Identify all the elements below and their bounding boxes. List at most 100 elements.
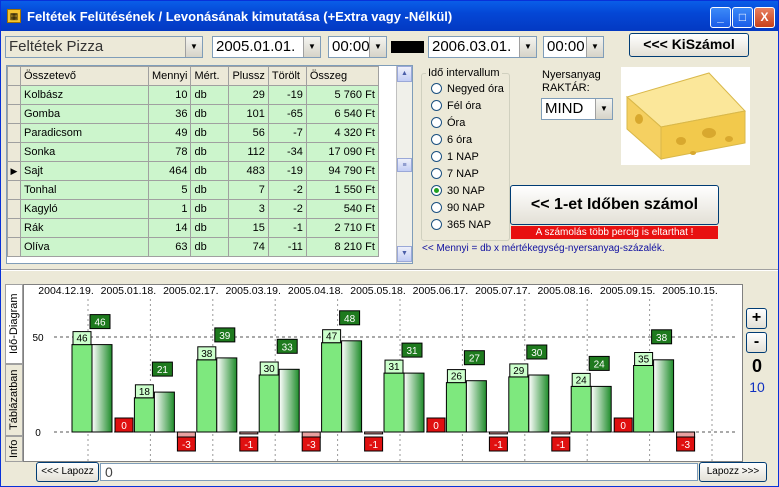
scroll-down-icon[interactable]: ▼: [397, 246, 412, 262]
calculate-button[interactable]: <<< KiSzámol: [629, 33, 749, 57]
interval-option[interactable]: 90 NAP: [431, 202, 485, 216]
cell-ingredient[interactable]: Olíva: [20, 237, 149, 257]
cell-sum[interactable]: 4 320 Ft: [305, 123, 379, 143]
chevron-down-icon[interactable]: ▼: [586, 37, 603, 57]
cell-sum[interactable]: 1 550 Ft: [305, 180, 379, 200]
cell-unit[interactable]: db: [190, 199, 230, 219]
table-row[interactable]: Kolbász 10 db 29 -19 5 760 Ft: [7, 85, 379, 105]
cell-ingredient[interactable]: Paradicsom: [20, 123, 149, 143]
grid-scrollbar[interactable]: ▲ ≡ ▼: [396, 66, 412, 263]
cell-amount[interactable]: 63: [147, 237, 192, 257]
cell-ingredient[interactable]: Kagyló: [20, 199, 149, 219]
cell-sum[interactable]: 94 790 Ft: [305, 161, 379, 181]
cell-sum[interactable]: 2 710 Ft: [305, 218, 379, 238]
chevron-down-icon[interactable]: ▼: [185, 37, 202, 57]
scroll-up-icon[interactable]: ▲: [397, 66, 412, 82]
interval-option[interactable]: 30 NAP: [431, 185, 485, 199]
radio-icon[interactable]: [431, 83, 442, 94]
tab-info[interactable]: Info: [5, 436, 23, 462]
row-indicator[interactable]: [7, 180, 21, 200]
table-row[interactable]: Tonhal 5 db 7 -2 1 550 Ft: [7, 180, 379, 200]
cell-deleted[interactable]: -11: [267, 237, 307, 257]
table-row[interactable]: Sonka 78 db 112 -34 17 090 Ft: [7, 142, 379, 162]
date-from-picker[interactable]: 2005.01.01. ▼: [212, 36, 321, 58]
cell-sum[interactable]: 6 540 Ft: [305, 104, 379, 124]
cell-plus[interactable]: 483: [228, 161, 269, 181]
col-header-plus[interactable]: Plussz: [228, 66, 269, 86]
cell-sum[interactable]: 5 760 Ft: [305, 85, 379, 105]
interval-option[interactable]: 6 óra: [431, 134, 472, 148]
interval-option[interactable]: Negyed óra: [431, 83, 504, 97]
cell-ingredient[interactable]: Tonhal: [20, 180, 149, 200]
cell-plus[interactable]: 3: [228, 199, 269, 219]
cell-deleted[interactable]: -1: [267, 218, 307, 238]
interval-option[interactable]: 7 NAP: [431, 168, 479, 182]
cell-deleted[interactable]: -2: [267, 180, 307, 200]
product-select[interactable]: Feltétek Pizza ▼: [5, 36, 203, 58]
cell-plus[interactable]: 15: [228, 218, 269, 238]
cell-unit[interactable]: db: [190, 161, 230, 181]
cell-unit[interactable]: db: [190, 142, 230, 162]
cell-plus[interactable]: 101: [228, 104, 269, 124]
time-to-picker[interactable]: 00:00 ▼: [543, 36, 604, 58]
col-header-deleted[interactable]: Törölt: [267, 66, 307, 86]
radio-icon[interactable]: [431, 151, 442, 162]
cell-deleted[interactable]: -2: [267, 199, 307, 219]
cell-unit[interactable]: db: [190, 237, 230, 257]
col-header-ingredient[interactable]: Összetevő: [20, 66, 149, 86]
radio-icon[interactable]: [431, 117, 442, 128]
chevron-down-icon[interactable]: ▼: [595, 99, 612, 119]
table-row[interactable]: Olíva 63 db 74 -11 8 210 Ft: [7, 237, 379, 257]
cell-deleted[interactable]: -34: [267, 142, 307, 162]
scroll-left-button[interactable]: <<< Lapozz: [36, 462, 99, 482]
chevron-down-icon[interactable]: ▼: [519, 37, 536, 57]
cell-unit[interactable]: db: [190, 104, 230, 124]
cell-amount[interactable]: 464: [147, 161, 192, 181]
cell-unit[interactable]: db: [190, 123, 230, 143]
radio-icon[interactable]: [431, 185, 442, 196]
page-scroller[interactable]: 0: [100, 463, 698, 481]
table-row[interactable]: Kagyló 1 db 3 -2 540 Ft: [7, 199, 379, 219]
table-row[interactable]: Rák 14 db 15 -1 2 710 Ft: [7, 218, 379, 238]
interval-option[interactable]: 1 NAP: [431, 151, 479, 165]
cell-sum[interactable]: 17 090 Ft: [305, 142, 379, 162]
row-indicator[interactable]: [7, 104, 21, 124]
row-indicator[interactable]: [7, 199, 21, 219]
cell-unit[interactable]: db: [190, 85, 230, 105]
cell-unit[interactable]: db: [190, 218, 230, 238]
interval-option[interactable]: 365 NAP: [431, 219, 491, 233]
radio-icon[interactable]: [431, 134, 442, 145]
cell-ingredient[interactable]: Kolbász: [20, 85, 149, 105]
minimize-button[interactable]: _: [710, 7, 731, 28]
row-indicator[interactable]: [7, 218, 21, 238]
col-header-unit[interactable]: Mért.: [190, 66, 230, 86]
row-indicator[interactable]: [7, 85, 21, 105]
interval-option[interactable]: Óra: [431, 117, 465, 131]
radio-icon[interactable]: [431, 202, 442, 213]
maximize-button[interactable]: □: [732, 7, 753, 28]
cell-plus[interactable]: 74: [228, 237, 269, 257]
radio-icon[interactable]: [431, 100, 442, 111]
cell-deleted[interactable]: -19: [267, 161, 307, 181]
table-row[interactable]: Paradicsom 49 db 56 -7 4 320 Ft: [7, 123, 379, 143]
chevron-down-icon[interactable]: ▼: [369, 37, 386, 57]
time-calc-button[interactable]: << 1-et Időben számol: [510, 185, 719, 225]
stock-select[interactable]: MIND ▼: [541, 98, 613, 120]
cell-amount[interactable]: 1: [147, 199, 192, 219]
table-row[interactable]: Gomba 36 db 101 -65 6 540 Ft: [7, 104, 379, 124]
time-from-picker[interactable]: 00:00 ▼: [328, 36, 387, 58]
scroll-thumb[interactable]: ≡: [397, 158, 412, 172]
cell-deleted[interactable]: -7: [267, 123, 307, 143]
cell-ingredient[interactable]: Rák: [20, 218, 149, 238]
cell-amount[interactable]: 78: [147, 142, 192, 162]
cell-amount[interactable]: 10: [147, 85, 192, 105]
row-indicator[interactable]: ▶: [7, 161, 21, 181]
interval-option[interactable]: Fél óra: [431, 100, 481, 114]
row-indicator[interactable]: [7, 123, 21, 143]
table-row[interactable]: ▶ Sajt 464 db 483 -19 94 790 Ft: [7, 161, 379, 181]
radio-icon[interactable]: [431, 168, 442, 179]
cell-ingredient[interactable]: Gomba: [20, 104, 149, 124]
col-header-sum[interactable]: Összeg: [305, 66, 379, 86]
cell-ingredient[interactable]: Sajt: [20, 161, 149, 181]
row-indicator[interactable]: [7, 142, 21, 162]
